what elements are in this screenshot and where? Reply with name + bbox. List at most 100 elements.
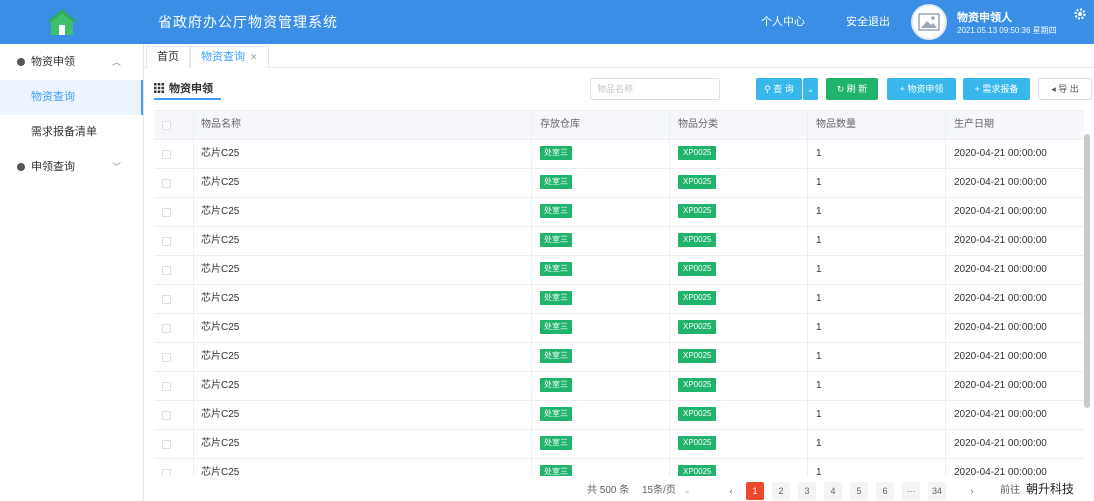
table-row[interactable]: 芯片C25 处室三 XP0025 1 2020-04-21 00:00:00 <box>154 198 1084 227</box>
gear-icon[interactable] <box>1073 7 1087 21</box>
row-checkbox[interactable] <box>162 179 171 188</box>
query-button[interactable]: ⚲ 查 询 <box>756 78 802 100</box>
category-tag: XP0025 <box>678 407 717 422</box>
sidebar-group-apply-query[interactable]: 申领查询 ﹀ <box>0 150 143 185</box>
cell-item-name: 芯片C25 <box>194 343 532 371</box>
personal-center-link[interactable]: 个人中心 <box>761 0 805 44</box>
row-checkbox[interactable] <box>162 295 171 304</box>
home-logo-icon[interactable] <box>0 0 124 44</box>
plus-icon: + <box>974 84 980 94</box>
table-row[interactable]: 芯片C25 处室三 XP0025 1 2020-04-21 00:00:00 <box>154 227 1084 256</box>
table-row[interactable]: 芯片C25 处室三 XP0025 1 2020-04-21 00:00:00 <box>154 285 1084 314</box>
table-scrollbar[interactable] <box>1084 134 1090 408</box>
close-icon[interactable]: ✕ <box>250 52 258 62</box>
column-header-warehouse[interactable]: 存放仓库 <box>532 111 670 139</box>
row-checkbox[interactable] <box>162 237 171 246</box>
cell-production-date: 2020-04-21 00:00:00 <box>954 206 1047 217</box>
cell-category: XP0025 <box>670 227 808 255</box>
table-row[interactable]: 芯片C25 处室三 XP0025 1 2020-04-21 00:00:00 <box>154 140 1084 169</box>
category-tag: XP0025 <box>678 262 717 277</box>
page-button[interactable]: 34 <box>928 482 946 500</box>
category-tag: XP0025 <box>678 349 717 364</box>
avatar[interactable] <box>911 4 947 40</box>
cell-category: XP0025 <box>670 401 808 429</box>
warehouse-tag: 处室三 <box>540 146 572 161</box>
cell-quantity: 1 <box>808 198 946 226</box>
row-select-cell <box>154 169 194 197</box>
cell-warehouse: 处室三 <box>532 401 670 429</box>
table-row[interactable]: 芯片C25 处室三 XP0025 1 2020-04-21 00:00:00 <box>154 314 1084 343</box>
item-name-search-input[interactable] <box>590 78 720 100</box>
cell-production-date: 2020-04-21 00:00:00 <box>954 351 1047 362</box>
table-row[interactable]: 芯片C25 处室三 XP0025 1 2020-04-21 00:00:00 <box>154 401 1084 430</box>
column-header-category[interactable]: 物品分类 <box>670 111 808 139</box>
table-row[interactable]: 芯片C25 处室三 XP0025 1 2020-04-21 00:00:00 <box>154 430 1084 459</box>
sidebar-group-material-apply[interactable]: 物资申领 ︿ <box>0 45 143 80</box>
tab-home[interactable]: 首页 <box>146 46 190 68</box>
cell-category: XP0025 <box>670 343 808 371</box>
cell-item-name: 芯片C25 <box>194 372 532 400</box>
warehouse-tag: 处室三 <box>540 349 572 364</box>
table-row[interactable]: 芯片C25 处室三 XP0025 1 2020-04-21 00:00:00 <box>154 343 1084 372</box>
table-row[interactable]: 芯片C25 处室三 XP0025 1 2020-04-21 00:00:00 <box>154 169 1084 198</box>
row-checkbox[interactable] <box>162 469 171 476</box>
column-header-production-date[interactable]: 生产日期 <box>946 111 1084 139</box>
material-table: 物品名称 存放仓库 物品分类 物品数量 生产日期 芯片C25 处室三 XP0025 1… <box>154 110 1084 476</box>
row-checkbox[interactable] <box>162 411 171 420</box>
page-button[interactable]: 2 <box>772 482 790 500</box>
report-button-label: 需求报备 <box>982 84 1019 94</box>
sidebar-item-material-query[interactable]: 物资查询 <box>0 80 143 115</box>
top-header: 省政府办公厅物资管理系统 个人中心 安全退出 物资申领人 2021.05.13 … <box>0 0 1094 44</box>
row-checkbox[interactable] <box>162 208 171 217</box>
prev-page-button[interactable]: ‹ <box>722 482 740 500</box>
cell-item-name: 芯片C25 <box>194 198 532 226</box>
material-apply-button[interactable]: + 物资申领 <box>887 78 956 100</box>
section-title-text: 物资申领 <box>169 83 213 95</box>
row-checkbox[interactable] <box>162 150 171 159</box>
logout-link[interactable]: 安全退出 <box>846 0 890 44</box>
cell-warehouse: 处室三 <box>532 169 670 197</box>
cell-production-date: 2020-04-21 00:00:00 <box>954 177 1047 188</box>
page-button[interactable]: 4 <box>824 482 842 500</box>
page-button[interactable]: 6 <box>876 482 894 500</box>
refresh-button-label: 刷 新 <box>846 84 868 94</box>
query-dropdown-button[interactable]: ⌄ <box>803 78 818 100</box>
sidebar-item-demand-report-list[interactable]: 需求报备清单 <box>0 115 143 150</box>
next-page-button[interactable]: › <box>963 482 981 500</box>
page-button[interactable]: 3 <box>798 482 816 500</box>
warehouse-tag: 处室三 <box>540 320 572 335</box>
column-header-name[interactable]: 物品名称 <box>194 111 532 139</box>
page-size-select[interactable]: 15条/页 ⌄ <box>642 482 712 500</box>
sidebar-group-label: 物资申领 <box>31 56 75 68</box>
cell-category: XP0025 <box>670 459 808 476</box>
warehouse-tag: 处室三 <box>540 436 572 451</box>
tab-label: 物资查询 <box>201 51 245 63</box>
cell-item-name: 芯片C25 <box>194 140 532 168</box>
row-checkbox[interactable] <box>162 324 171 333</box>
cell-quantity: 1 <box>808 430 946 458</box>
tab-material-query[interactable]: 物资查询 ✕ <box>190 46 269 68</box>
image-placeholder-icon <box>918 13 940 31</box>
table-row[interactable]: 芯片C25 处室三 XP0025 1 2020-04-21 00:00:00 <box>154 459 1084 476</box>
export-button[interactable]: ◂ 导 出 <box>1038 78 1092 100</box>
row-checkbox[interactable] <box>162 266 171 275</box>
cell-category: XP0025 <box>670 430 808 458</box>
column-header-quantity[interactable]: 物品数量 <box>808 111 946 139</box>
row-checkbox[interactable] <box>162 353 171 362</box>
warehouse-tag: 处室三 <box>540 204 572 219</box>
table-row[interactable]: 芯片C25 处室三 XP0025 1 2020-04-21 00:00:00 <box>154 256 1084 285</box>
warehouse-tag: 处室三 <box>540 175 572 190</box>
row-select-cell <box>154 198 194 226</box>
page-ellipsis[interactable]: ··· <box>902 482 920 500</box>
user-name: 物资申领人 <box>957 12 1012 24</box>
row-checkbox[interactable] <box>162 382 171 391</box>
page-button[interactable]: 1 <box>746 482 764 500</box>
table-row[interactable]: 芯片C25 处室三 XP0025 1 2020-04-21 00:00:00 <box>154 372 1084 401</box>
row-checkbox[interactable] <box>162 440 171 449</box>
cell-warehouse: 处室三 <box>532 140 670 168</box>
row-select-cell <box>154 314 194 342</box>
demand-report-button[interactable]: + 需求报备 <box>963 78 1030 100</box>
page-button[interactable]: 5 <box>850 482 868 500</box>
refresh-button[interactable]: ↻ 刷 新 <box>826 78 878 100</box>
select-all-checkbox[interactable] <box>162 121 171 130</box>
